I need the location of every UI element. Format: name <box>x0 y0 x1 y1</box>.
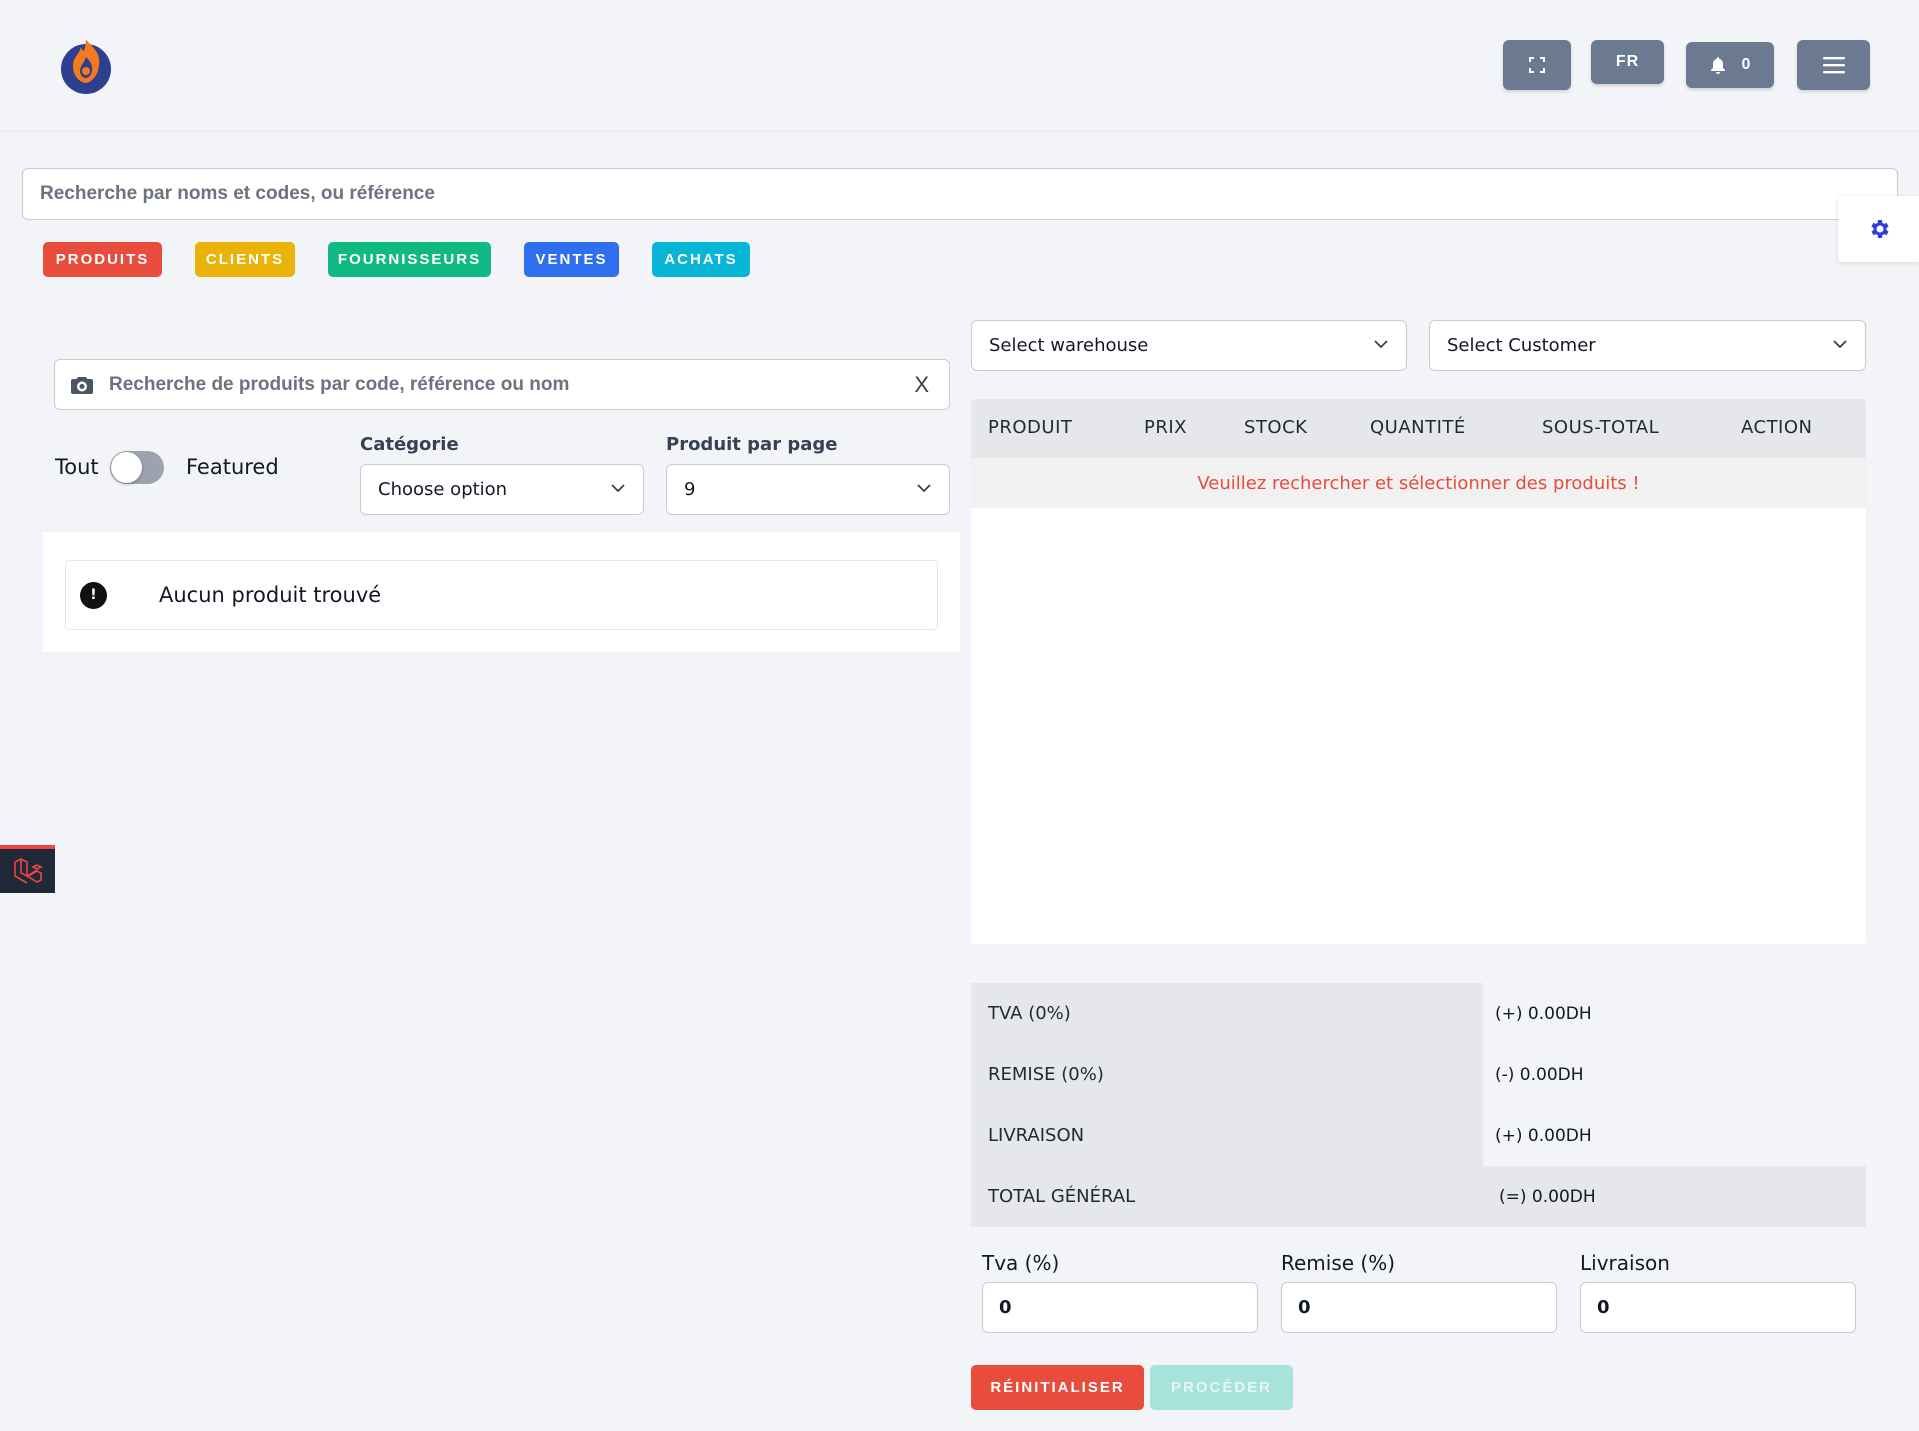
livraison-label: Livraison <box>1580 1251 1670 1275</box>
fullscreen-button[interactable] <box>1503 40 1571 90</box>
totals-label: TVA (0%) <box>988 1003 1071 1024</box>
col-stock: STOCK <box>1244 417 1308 438</box>
col-action: ACTION <box>1741 417 1813 438</box>
reset-label: RÉINITIALISER <box>990 1379 1125 1396</box>
col-quantite: QUANTITÉ <box>1370 417 1466 438</box>
product-search-placeholder: Recherche de produits par code, référenc… <box>109 373 570 395</box>
totals-row-grand-total: TOTAL GÉNÉRAL (=) 0.00DH <box>971 1166 1866 1227</box>
customer-select[interactable]: Select Customer <box>1429 320 1866 371</box>
camera-icon[interactable] <box>71 376 93 394</box>
totals-label: REMISE (0%) <box>988 1064 1104 1085</box>
remise-input[interactable]: 0 <box>1281 1282 1557 1333</box>
expand-icon <box>1529 57 1545 73</box>
reset-button[interactable]: RÉINITIALISER <box>971 1365 1144 1410</box>
pill-label: CLIENTS <box>205 251 285 268</box>
gear-icon <box>1870 220 1889 238</box>
tva-label: Tva (%) <box>982 1251 1060 1275</box>
livraison-value: 0 <box>1597 1297 1610 1318</box>
toggle-label-all: Tout <box>55 455 99 479</box>
category-label: Catégorie <box>360 434 459 455</box>
totals-value: (+) 0.00DH <box>1495 1125 1592 1146</box>
category-value: Choose option <box>378 479 508 500</box>
totals-row-livraison: LIVRAISON (+) 0.00DH <box>971 1105 1866 1166</box>
pill-fournisseurs[interactable]: FOURNISSEURS <box>328 242 491 277</box>
menu-button[interactable] <box>1797 40 1870 90</box>
warehouse-select[interactable]: Select warehouse <box>971 320 1407 371</box>
remise-value: 0 <box>1298 1297 1311 1318</box>
product-search-input[interactable]: Recherche de produits par code, référenc… <box>54 359 950 410</box>
totals-label: LIVRAISON <box>988 1125 1085 1146</box>
pill-produits[interactable]: PRODUITS <box>43 242 162 277</box>
totals-value: (+) 0.00DH <box>1495 1003 1592 1024</box>
remise-label: Remise (%) <box>1281 1251 1396 1275</box>
category-select[interactable]: Choose option <box>360 464 644 515</box>
app-logo[interactable] <box>57 33 115 95</box>
per-page-select[interactable]: 9 <box>666 464 950 515</box>
global-search-input[interactable]: Recherche par noms et codes, ou référenc… <box>22 168 1898 220</box>
chevron-down-icon <box>1833 339 1847 348</box>
per-page-label: Produit par page <box>666 434 838 455</box>
laravel-icon <box>13 858 43 884</box>
tva-input[interactable]: 0 <box>982 1282 1258 1333</box>
totals-table: TVA (0%) (+) 0.00DH REMISE (0%) (-) 0.00… <box>971 983 1866 1227</box>
totals-value: (-) 0.00DH <box>1495 1064 1584 1085</box>
totals-row-tva: TVA (0%) (+) 0.00DH <box>971 983 1866 1044</box>
cart-empty-message: Veuillez rechercher et sélectionner des … <box>1197 472 1640 494</box>
settings-button[interactable] <box>1838 196 1919 262</box>
pill-label: PRODUITS <box>55 251 150 268</box>
info-icon: ! <box>80 581 107 609</box>
toggle-label-featured: Featured <box>186 455 279 479</box>
pill-label: VENTES <box>535 251 608 268</box>
proceed-button[interactable]: PROCÉDER <box>1150 1365 1293 1410</box>
col-sous-total: SOUS-TOTAL <box>1542 417 1660 438</box>
customer-value: Select Customer <box>1447 335 1596 356</box>
col-prix: PRIX <box>1144 417 1188 438</box>
language-button[interactable]: FR <box>1591 40 1664 84</box>
bell-icon <box>1710 56 1725 74</box>
debugbar-toggle[interactable] <box>0 845 55 893</box>
pill-label: ACHATS <box>664 251 738 268</box>
empty-products-alert: ! Aucun produit trouvé <box>65 560 938 630</box>
notifications-button[interactable]: 0 <box>1686 42 1774 88</box>
notification-count: 0 <box>1741 56 1751 73</box>
totals-row-remise: REMISE (0%) (-) 0.00DH <box>971 1044 1866 1105</box>
chevron-down-icon <box>611 483 625 492</box>
warehouse-value: Select warehouse <box>989 335 1149 356</box>
cart-empty-row: Veuillez rechercher et sélectionner des … <box>971 458 1866 508</box>
hamburger-icon <box>1822 57 1845 74</box>
clear-search-button[interactable]: X <box>914 372 929 398</box>
toggle-knob <box>111 452 142 483</box>
tva-value: 0 <box>999 1297 1012 1318</box>
pill-achats[interactable]: ACHATS <box>652 242 750 277</box>
product-grid: ! Aucun produit trouvé <box>43 532 960 652</box>
totals-value: (=) 0.00DH <box>1499 1186 1596 1207</box>
empty-products-message: Aucun produit trouvé <box>159 583 382 607</box>
global-search-placeholder: Recherche par noms et codes, ou référenc… <box>40 183 435 204</box>
chevron-down-icon <box>1374 339 1388 348</box>
cart-table: PRODUIT PRIX STOCK QUANTITÉ SOUS-TOTAL A… <box>971 399 1866 944</box>
cart-table-header: PRODUIT PRIX STOCK QUANTITÉ SOUS-TOTAL A… <box>971 399 1866 458</box>
col-produit: PRODUIT <box>988 417 1073 438</box>
chevron-down-icon <box>917 483 931 492</box>
proceed-label: PROCÉDER <box>1170 1379 1272 1396</box>
featured-toggle[interactable] <box>110 451 164 484</box>
pill-ventes[interactable]: VENTES <box>524 242 619 277</box>
livraison-input[interactable]: 0 <box>1580 1282 1856 1333</box>
per-page-value: 9 <box>684 479 696 500</box>
language-label: FR <box>1615 53 1640 70</box>
pill-label: FOURNISSEURS <box>337 251 482 268</box>
pill-clients[interactable]: CLIENTS <box>195 242 295 277</box>
top-header: FR 0 <box>0 0 1919 130</box>
totals-label: TOTAL GÉNÉRAL <box>988 1186 1136 1207</box>
